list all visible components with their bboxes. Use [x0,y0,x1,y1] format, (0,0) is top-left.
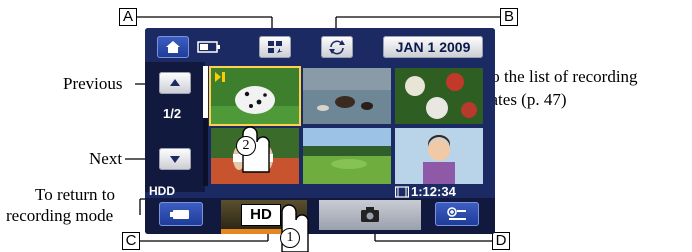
home-icon [166,41,180,53]
thumbnail-flowers[interactable] [395,68,483,124]
rotate-icon [329,40,345,55]
camera-icon [361,207,379,222]
down-arrow-icon [170,156,180,163]
page-indicator: 1/2 [163,106,182,121]
date-button[interactable]: JAN 1 2009 [383,36,483,58]
record-mode-icon [170,210,189,219]
up-arrow-icon [170,79,180,86]
thumbnail-girl[interactable] [395,128,483,184]
step-2-marker: 2 [236,136,256,156]
next-button[interactable] [159,148,191,170]
thumbnail-golf[interactable] [303,128,391,184]
record-mode-button[interactable] [159,202,203,226]
battery-icon [197,41,220,53]
scrollbar-thumb[interactable] [203,66,208,118]
timecode: 1:12:34 [411,184,456,199]
camera-screen: JAN 1 2009 1/2 HDD 1:12:34 HD [145,28,495,234]
return-label-line1: To return to [35,185,116,204]
photo-tab[interactable] [319,200,421,230]
film-icon [395,186,409,198]
index-view-icon [268,41,283,53]
next-label: Next [89,149,123,168]
options-button[interactable] [435,202,479,226]
options-icon [447,207,466,220]
thumbnail-puppies[interactable] [303,68,391,124]
index-view-button[interactable] [259,36,291,58]
previous-label: Previous [63,74,123,93]
storage-label: HDD [149,184,175,198]
previous-button[interactable] [159,72,191,94]
home-button[interactable] [157,36,189,58]
rotate-button[interactable] [321,36,353,58]
date-list-label-line1: To the list of recording [482,67,638,86]
step-1-marker: 1 [280,228,300,248]
return-label-line2: recording mode [6,206,114,225]
